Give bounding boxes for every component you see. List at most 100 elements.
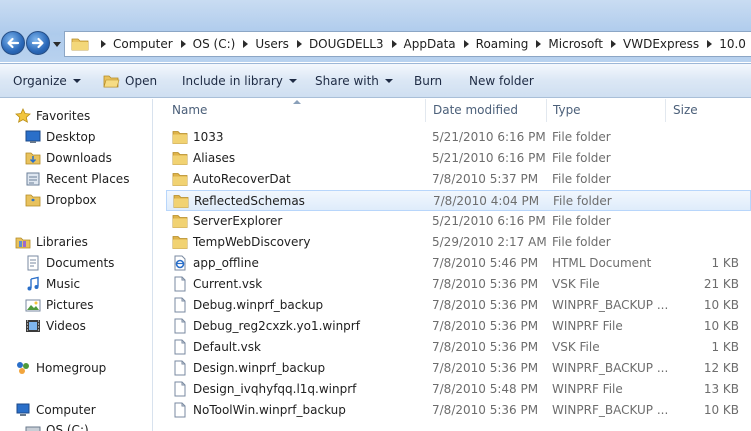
file-row[interactable]: Default.vsk 7/8/2010 5:36 PM VSK File 1 KB <box>166 337 751 358</box>
breadcrumb-computer[interactable]: Computer <box>93 37 173 51</box>
address-bar[interactable]: Computer OS (C:) Users DOUGDELL3 AppData… <box>64 31 751 57</box>
nav-desktop[interactable]: Desktop <box>25 129 96 145</box>
file-icon <box>172 297 188 313</box>
file-icon <box>172 402 188 418</box>
file-date: 7/8/2010 5:36 PM <box>432 319 539 333</box>
documents-icon <box>27 255 39 271</box>
sort-ascending-icon <box>293 100 301 104</box>
file-size: 21 KB <box>703 277 739 291</box>
file-row[interactable]: Current.vsk 7/8/2010 5:36 PM VSK File 21 KB <box>166 274 751 295</box>
breadcrumb-users[interactable]: Users <box>235 37 289 51</box>
file-type: File folder <box>552 151 611 165</box>
file-type: File folder <box>553 194 612 208</box>
file-type: WINPRF_BACKUP ... <box>552 298 669 312</box>
open-folder-icon <box>103 75 120 88</box>
forward-button[interactable] <box>26 31 50 55</box>
file-name: Debug.winprf_backup <box>193 298 324 312</box>
file-date: 7/8/2010 5:36 PM <box>432 298 539 312</box>
star-icon <box>15 108 31 123</box>
file-date: 7/8/2010 5:36 PM <box>432 277 539 291</box>
file-type: File folder <box>552 214 611 228</box>
column-divider[interactable] <box>665 99 666 122</box>
column-header-size[interactable]: Size <box>673 103 698 117</box>
breadcrumb-appdata[interactable]: AppData <box>384 37 456 51</box>
breadcrumb-user[interactable]: DOUGDELL3 <box>289 37 384 51</box>
nav-homegroup[interactable]: Homegroup <box>15 360 106 376</box>
title-bar: Computer OS (C:) Users DOUGDELL3 AppData… <box>0 0 751 62</box>
file-size: 1 KB <box>711 340 739 354</box>
file-date: 7/8/2010 4:04 PM <box>433 194 540 208</box>
file-icon <box>172 276 188 292</box>
file-row[interactable]: 1033 5/21/2010 6:16 PM File folder <box>166 127 751 148</box>
file-row[interactable]: Debug.winprf_backup 7/8/2010 5:36 PM WINPR… <box>166 295 751 316</box>
nav-libraries[interactable]: Libraries <box>15 234 88 250</box>
nav-os-drive[interactable]: OS (C:) <box>25 422 89 431</box>
file-type: WINPRF_BACKUP ... <box>552 361 669 375</box>
nav-videos[interactable]: Videos <box>25 318 86 334</box>
file-type: WINPRF File <box>552 382 623 396</box>
nav-pictures[interactable]: Pictures <box>25 297 94 313</box>
file-icon <box>172 339 188 355</box>
new-folder-button[interactable]: New folder <box>469 74 534 88</box>
recent-places-icon <box>26 172 40 186</box>
file-name: Design.winprf_backup <box>193 361 326 375</box>
back-button[interactable] <box>1 31 25 55</box>
file-name: Default.vsk <box>193 340 261 354</box>
music-icon <box>27 276 39 291</box>
file-row[interactable]: Debug_reg2cxzk.yo1.winprf 7/8/2010 5:36 P… <box>166 316 751 337</box>
file-name: ReflectedSchemas <box>194 194 305 208</box>
file-type: VSK File <box>552 277 600 291</box>
file-name: AutoRecoverDat <box>193 172 291 186</box>
file-row[interactable]: ServerExplorer 5/21/2010 6:16 PM File fold… <box>166 211 751 232</box>
file-date: 7/8/2010 5:48 PM <box>432 382 539 396</box>
nav-downloads[interactable]: Downloads <box>25 150 112 166</box>
breadcrumb-vwdexpress[interactable]: VWDExpress <box>603 37 699 51</box>
file-row[interactable]: AutoRecoverDat 7/8/2010 5:37 PM File folde… <box>166 169 751 190</box>
file-type: VSK File <box>552 340 600 354</box>
column-divider[interactable] <box>425 99 426 122</box>
file-size: 12 KB <box>703 361 739 375</box>
open-button[interactable]: Open <box>103 74 157 88</box>
organize-button[interactable]: Organize <box>13 74 81 88</box>
recent-pages-dropdown-icon[interactable] <box>53 40 61 48</box>
burn-button[interactable]: Burn <box>414 74 442 88</box>
column-header-name[interactable]: Name <box>172 103 207 117</box>
file-name: Current.vsk <box>193 277 263 291</box>
include-in-library-button[interactable]: Include in library <box>182 74 297 88</box>
file-row[interactable]: Design.winprf_backup 7/8/2010 5:36 PM WINP… <box>166 358 751 379</box>
file-icon <box>172 360 188 376</box>
breadcrumb-roaming[interactable]: Roaming <box>456 37 528 51</box>
folder-icon <box>173 193 189 209</box>
file-name: Debug_reg2cxzk.yo1.winprf <box>193 319 360 333</box>
file-date: 7/8/2010 5:36 PM <box>432 361 539 375</box>
file-size: 1 KB <box>711 256 739 270</box>
share-with-button[interactable]: Share with <box>315 74 393 88</box>
file-row[interactable]: ReflectedSchemas 7/8/2010 4:04 PM File fol… <box>166 190 751 211</box>
breadcrumb-microsoft[interactable]: Microsoft <box>528 37 603 51</box>
nav-favorites[interactable]: Favorites <box>15 108 90 124</box>
column-header-type[interactable]: Type <box>553 103 581 117</box>
downloads-folder-icon <box>25 152 41 165</box>
file-row[interactable]: Design_ivqhyfqq.l1q.winprf 7/8/2010 5:48 … <box>166 379 751 400</box>
nav-recent-places[interactable]: Recent Places <box>25 171 129 187</box>
file-icon <box>172 318 188 334</box>
nav-dropbox[interactable]: Dropbox <box>25 192 97 208</box>
column-header-date[interactable]: Date modified <box>433 103 518 117</box>
chevron-down-icon <box>72 79 81 83</box>
breadcrumb-os-drive[interactable]: OS (C:) <box>173 37 235 51</box>
file-row[interactable]: Aliases 5/21/2010 6:16 PM File folder <box>166 148 751 169</box>
file-date: 5/21/2010 6:16 PM <box>432 151 546 165</box>
file-name: TempWebDiscovery <box>193 235 311 249</box>
file-size: 10 KB <box>703 403 739 417</box>
file-type: File folder <box>552 130 611 144</box>
file-row[interactable]: app_offline 7/8/2010 5:46 PM HTML Document… <box>166 253 751 274</box>
breadcrumb-version[interactable]: 10.0 <box>699 37 746 51</box>
nav-computer[interactable]: Computer <box>15 402 96 418</box>
file-row[interactable]: TempWebDiscovery 5/29/2010 2:17 AM File fo… <box>166 232 751 253</box>
column-divider[interactable] <box>546 99 547 122</box>
nav-documents[interactable]: Documents <box>25 255 114 271</box>
videos-icon <box>26 320 40 332</box>
folder-icon <box>172 171 188 187</box>
nav-music[interactable]: Music <box>25 276 80 292</box>
file-row[interactable]: NoToolWin.winprf_backup 7/8/2010 5:36 PM W… <box>166 400 751 421</box>
